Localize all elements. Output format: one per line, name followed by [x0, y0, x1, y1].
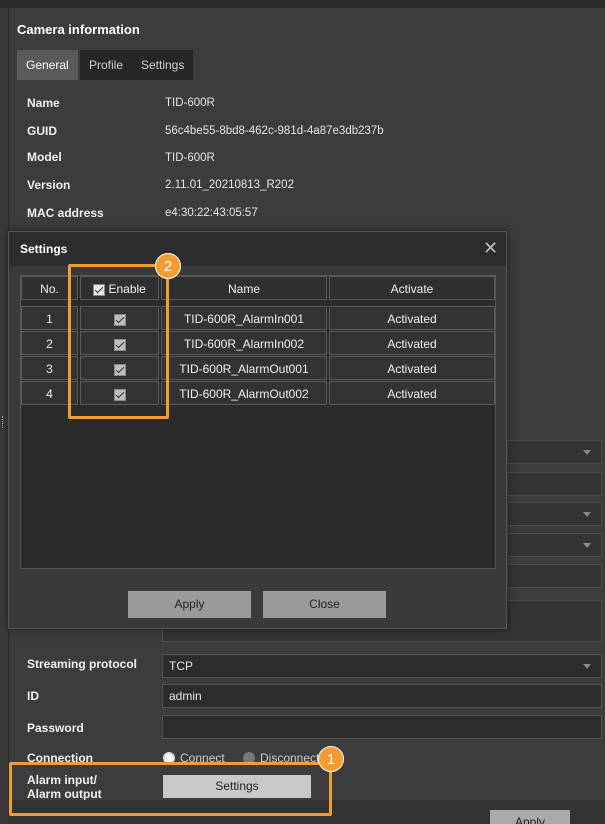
column-header-activate[interactable]: Activate: [329, 276, 495, 300]
tab-profile[interactable]: Profile: [80, 50, 133, 80]
streaming-protocol-value: TCP: [169, 659, 193, 673]
dialog-title: Settings: [20, 242, 68, 256]
panel-title: Camera information: [17, 22, 140, 37]
model-label: Model: [27, 150, 62, 164]
chevron-down-icon: [583, 450, 591, 455]
background-dropdown[interactable]: [507, 440, 602, 464]
name-label: Name: [27, 96, 60, 110]
id-input[interactable]: admin: [162, 684, 602, 708]
guid-value: 56c4be55-8bd8-462c-981d-4a87e3db237b: [165, 125, 384, 137]
chevron-down-icon: [583, 512, 591, 517]
tab-general[interactable]: General: [17, 50, 78, 80]
dialog-header: [9, 232, 506, 266]
resize-grip[interactable]: [2, 416, 5, 428]
row-2-name: TID-600R_AlarmIn002: [161, 331, 327, 355]
background-field[interactable]: [507, 564, 602, 588]
streaming-protocol-select[interactable]: TCP: [162, 654, 602, 678]
apply-button[interactable]: Apply: [490, 810, 570, 824]
password-label: Password: [27, 721, 84, 735]
dialog-close-button[interactable]: Close: [263, 591, 386, 618]
row-1-name: TID-600R_AlarmIn001: [161, 306, 327, 330]
row-4-activate: Activated: [329, 381, 495, 405]
chevron-down-icon: [583, 664, 591, 669]
mac-address-label: MAC address: [27, 206, 104, 220]
guid-label: GUID: [27, 124, 57, 138]
close-icon[interactable]: ✕: [483, 238, 498, 258]
background-dropdown[interactable]: [507, 502, 602, 526]
chevron-down-icon: [583, 543, 591, 548]
window-top-edge: [0, 0, 605, 8]
row-3-activate: Activated: [329, 356, 495, 380]
tab-settings[interactable]: Settings: [132, 50, 194, 80]
dialog-apply-button[interactable]: Apply: [128, 591, 251, 618]
row-4-name: TID-600R_AlarmOut002: [161, 381, 327, 405]
background-field[interactable]: [507, 472, 602, 496]
streaming-protocol-label: Streaming protocol: [27, 657, 138, 671]
mac-address-value: e4:30:22:43:05:57: [165, 207, 258, 219]
background-dropdown[interactable]: [507, 533, 602, 557]
id-label: ID: [27, 689, 39, 703]
password-input[interactable]: [162, 715, 602, 739]
version-label: Version: [27, 178, 71, 192]
callout-highlight-2: [68, 264, 169, 419]
callout-badge-2: 2: [155, 253, 181, 279]
row-2-activate: Activated: [329, 331, 495, 355]
version-value: 2.11.01_20210813_R202: [165, 179, 294, 191]
row-3-name: TID-600R_AlarmOut001: [161, 356, 327, 380]
column-header-name[interactable]: Name: [161, 276, 327, 300]
model-value: TID-600R: [165, 152, 215, 164]
callout-badge-1: 1: [318, 746, 344, 772]
callout-highlight-1: [9, 762, 332, 816]
name-value: TID-600R: [165, 97, 215, 109]
row-1-activate: Activated: [329, 306, 495, 330]
